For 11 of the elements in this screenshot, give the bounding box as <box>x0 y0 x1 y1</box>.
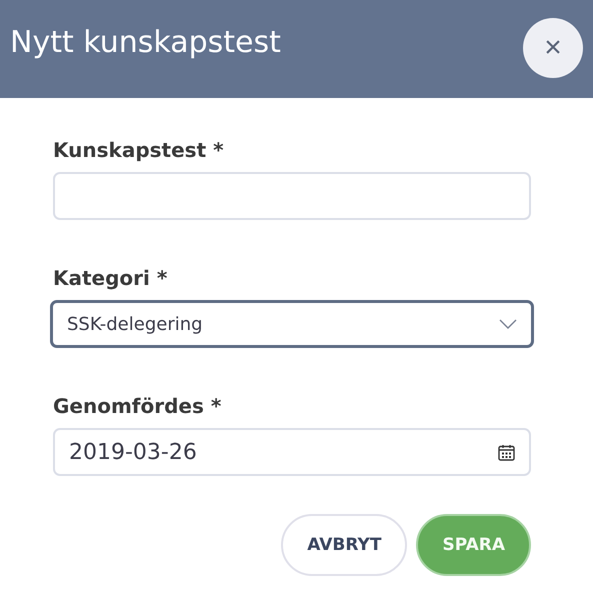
dialog-title: Nytt kunskapstest <box>10 24 281 60</box>
date-field[interactable]: 2019-03-26 <box>53 428 531 476</box>
select-field[interactable]: SSK-delegering <box>50 300 534 348</box>
cancel-button[interactable]: AVBRYT <box>281 514 408 576</box>
calendar-icon <box>498 444 515 460</box>
close-button[interactable]: × <box>523 18 583 78</box>
field-label: Kunskapstest * <box>53 138 225 162</box>
field-label: Genomfördes * <box>53 394 222 418</box>
input-field[interactable] <box>53 172 531 220</box>
chevron-down-icon <box>499 319 517 329</box>
field-label: Kategori * <box>53 266 168 290</box>
